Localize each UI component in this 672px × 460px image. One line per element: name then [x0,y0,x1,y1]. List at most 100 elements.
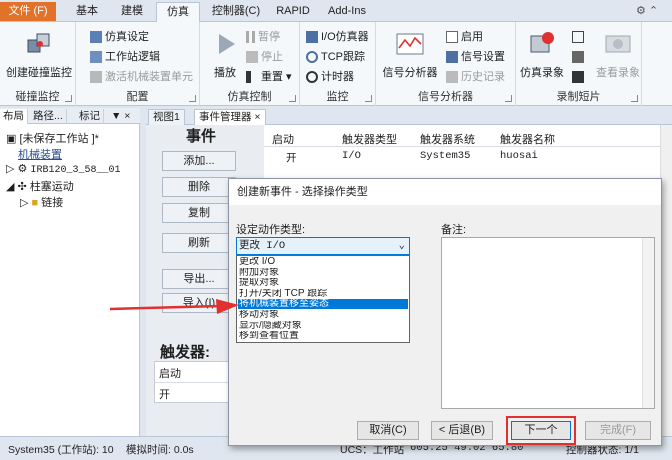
option-item[interactable]: 将机械装置移至姿态 [238,299,408,310]
trigger-value[interactable]: 开 [159,386,170,402]
tab-1[interactable]: 基本 [68,2,106,22]
events-heading: 事件 [186,128,217,145]
trace-icon [306,51,318,64]
dialog-launcher-icon[interactable] [505,95,512,102]
history-button[interactable]: 历史记录 [446,68,505,86]
col-start[interactable]: 启动 [272,131,294,147]
close-icon[interactable]: × [254,111,260,123]
dialog-launcher-icon[interactable] [631,95,638,102]
play-button[interactable]: 播放 [208,30,242,80]
dialog-launcher-icon[interactable] [65,95,72,102]
copy-event-button[interactable]: 复制 [162,203,236,223]
stop-button[interactable]: 停止 [246,48,283,66]
tab-3[interactable]: 仿真 [156,2,200,23]
sim-record-button[interactable]: 仿真录象 [518,30,566,80]
expand-icon[interactable]: ▷ [6,163,14,175]
col-trigger-type[interactable]: 触发器类型 [342,131,397,147]
io-simulator-button[interactable]: I/O仿真器 [306,28,369,46]
cell-trigger-name[interactable]: huosai [500,150,538,162]
tab-0[interactable]: 文件 (F) [0,2,56,21]
col-trigger-name[interactable]: 触发器名称 [500,131,555,147]
timer-button[interactable]: 计时器 [306,68,354,86]
option-item[interactable]: 显示/隐藏对象 [238,321,408,331]
triggers-heading: 触发器: [160,344,210,361]
create-collision-monitor-button[interactable]: 创建碰撞监控 [4,30,74,80]
tab-view1[interactable]: 视图1 [148,109,185,125]
cell-trigger-system[interactable]: System35 [420,150,470,162]
tab-6[interactable]: Add-Ins [322,2,372,22]
tree-robot[interactable]: ▷ ⚙ IRB120_3_58__01 [6,162,120,176]
back-button[interactable]: < 后退(B) [431,421,493,440]
pointer-arrow-icon [109,299,239,314]
delete-event-button[interactable]: 删除 [162,177,236,197]
tree-component[interactable]: ◢ ✣ 柱塞运动 [6,178,74,194]
film-icon [605,35,631,53]
signal-setup-button[interactable]: 信号设置 [446,48,505,66]
tab-5[interactable]: RAPID [272,2,314,22]
col-trigger-system[interactable]: 触发器系统 [420,131,475,147]
tree-station[interactable]: ▣ [未保存工作站 ]* [6,130,99,146]
ribbon-tab-bar: 文件 (F) 基本 建模 仿真 控制器(C) RAPID Add-Ins [0,0,672,23]
tree-links[interactable]: ▷ ■ 链接 [20,194,63,210]
station-logic-button[interactable]: 工作站逻辑 [90,48,160,66]
action-type-select[interactable]: 更改 I/O ⌄ [236,237,410,255]
gear-icon [90,71,102,84]
refresh-button[interactable]: 刷新 [162,233,236,253]
play-icon [219,34,235,54]
record-graphics-button[interactable] [572,48,587,66]
cancel-button[interactable]: 取消(C) [357,421,419,440]
sim-setup-button[interactable]: 仿真设定 [90,28,149,46]
pause-button[interactable]: 暂停 [246,28,280,46]
notes-scrollbar[interactable] [642,238,654,408]
dialog-launcher-icon[interactable] [365,95,372,102]
option-item[interactable]: 打开/关闭 TCP 跟踪 [238,289,408,299]
layout-panel: 布局 路径... 标记 ▼ × ▣ [未保存工作站 ]* 机械装置 ▷ ⚙ IR… [0,108,140,436]
notes-label: 备注: [441,224,467,236]
option-item[interactable]: 更改 I/O [238,257,408,267]
add-event-button[interactable]: 添加... [162,151,236,171]
activate-units-button[interactable]: 激活机械装置单元 [90,68,193,86]
next-button[interactable]: 下一个 [511,421,571,440]
record-icon [530,32,554,53]
clock-icon [306,71,318,84]
document-tabs: 视图1 事件管理器 × [146,108,672,125]
dialog-launcher-icon[interactable] [289,95,296,102]
window-icon [572,31,584,44]
notes-textarea[interactable] [441,237,655,409]
option-item[interactable]: 附加对象 [238,268,408,278]
cell-start[interactable]: 开 [286,150,297,165]
window-controls[interactable]: ⚙ ⌃ [636,4,666,18]
expand-icon[interactable]: ▷ [20,197,28,209]
signal-icon [446,51,458,64]
logic-icon [90,51,102,64]
status-system: System35 (工作站): 10 [8,444,114,456]
dialog-launcher-icon[interactable] [189,95,196,102]
enable-button[interactable]: 启用 [446,28,483,46]
tcp-trace-button[interactable]: TCP跟踪 [306,48,365,66]
option-item[interactable]: 提取对象 [238,278,408,288]
stop-record-button[interactable] [572,68,587,86]
signal-analyzer-button[interactable]: 信号分析器 [380,30,440,80]
mechanism-icon: ✣ [17,181,27,193]
collapse-icon[interactable]: ◢ [6,181,14,193]
chevron-down-icon: ⌄ [398,240,405,252]
tab-paths[interactable]: 路径... [30,109,67,124]
tab-2[interactable]: 建模 [112,2,152,22]
io-icon [306,31,318,44]
record-app-button[interactable] [572,28,587,46]
panel-controls[interactable]: ▼ × [108,109,133,124]
trigger-col-header: 启动 [159,368,181,380]
finish-button[interactable]: 完成(F) [585,421,651,440]
export-button[interactable]: 导出... [162,269,236,289]
tab-tags[interactable]: 标记 [76,109,104,124]
option-item[interactable]: 移动对象 [238,310,408,320]
ribbon-group-label: 碰撞监控 [15,91,60,103]
reset-button[interactable]: 重置 ▾ [246,68,292,86]
tab-layout[interactable]: 布局 [0,109,28,124]
option-item[interactable]: 移到查看位置 [238,331,408,341]
view-record-button[interactable]: 查看录象 [592,30,644,80]
tab-event-manager[interactable]: 事件管理器 × [194,109,266,125]
tree-mechanisms[interactable]: 机械装置 [18,146,62,162]
tab-4[interactable]: 控制器(C) [206,2,266,22]
cell-trigger-type[interactable]: I/O [342,150,361,162]
